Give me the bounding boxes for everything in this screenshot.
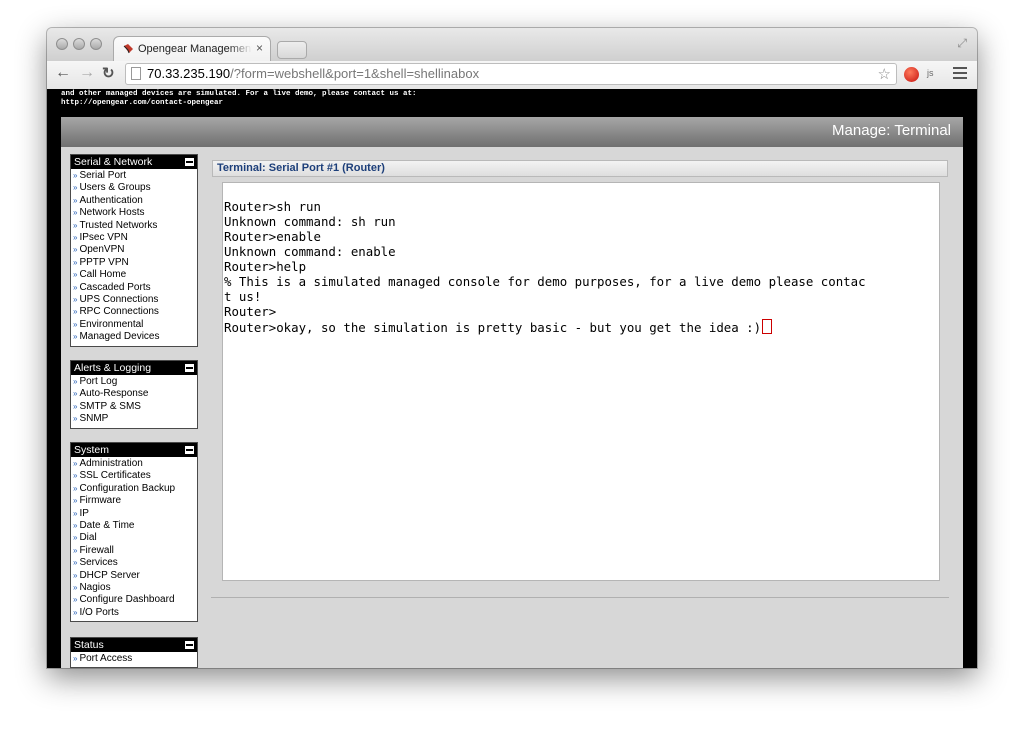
menu-item[interactable]: » I/O Ports [73, 607, 197, 619]
menu-title: Alerts & Logging [74, 362, 152, 374]
menu-item[interactable]: » Trusted Networks [73, 220, 197, 232]
menu-item[interactable]: » IP [73, 508, 197, 520]
menu-item[interactable]: » Call Home [73, 269, 197, 281]
menu-title: Status [74, 639, 104, 651]
terminal-title: Terminal: Serial Port #1 (Router) [212, 160, 948, 177]
collapse-icon[interactable] [185, 641, 194, 649]
menu-item[interactable]: » Cascaded Ports [73, 282, 197, 294]
menu-item[interactable]: » SNMP [73, 413, 197, 425]
tab-strip: Opengear Management Co × ⤢ [47, 28, 977, 61]
bookmark-star-icon[interactable]: ☆ [878, 65, 891, 83]
menu-item[interactable]: » SSL Certificates [73, 470, 197, 482]
back-arrow-icon[interactable]: ← [55, 64, 71, 82]
chrome-menu-icon[interactable] [953, 67, 967, 82]
page-header: Manage: Terminal [61, 117, 963, 147]
menu-item[interactable]: » Date & Time [73, 520, 197, 532]
menu-item[interactable]: » UPS Connections [73, 294, 197, 306]
browser-tab[interactable]: Opengear Management Co × [113, 36, 271, 61]
menu-system: System » Administration » SSL Certificates… [70, 442, 198, 623]
opengear-favicon-icon [123, 44, 133, 54]
close-window-button[interactable] [56, 38, 68, 50]
collapse-icon[interactable] [185, 364, 194, 372]
extension-red-icon[interactable] [904, 67, 919, 82]
page-viewport: and other managed devices are simulated.… [47, 89, 977, 668]
menu-item[interactable]: » DHCP Server [73, 570, 197, 582]
tab-close-icon[interactable]: × [256, 41, 263, 55]
menu-title: Serial & Network [74, 156, 153, 168]
menu-item[interactable]: » Managed Devices [73, 331, 197, 343]
menu-item[interactable]: » Nagios [73, 582, 197, 594]
forward-arrow-icon[interactable]: → [79, 64, 95, 82]
address-bar[interactable]: 70.33.235.190/?form=webshell&port=1&shel… [125, 63, 897, 85]
menu-item[interactable]: » Serial Port [73, 170, 197, 182]
menu-item[interactable]: » Dial [73, 532, 197, 544]
page-title: Manage: Terminal [832, 122, 951, 139]
menu-item[interactable]: » OpenVPN [73, 244, 197, 256]
menu-item[interactable]: » Administration [73, 458, 197, 470]
terminal-cursor [762, 319, 773, 334]
management-frame: Manage: Terminal Serial & Network » Seria… [61, 117, 963, 668]
extension-js-icon[interactable]: js [927, 68, 934, 78]
url-text: 70.33.235.190/?form=webshell&port=1&shel… [147, 66, 480, 81]
menu-item[interactable]: » Firewall [73, 545, 197, 557]
menu-title: System [74, 444, 110, 456]
menu-item[interactable]: » Auto-Response [73, 388, 197, 400]
menu-item[interactable]: » Port Access [73, 653, 197, 665]
browser-window: Opengear Management Co × ⤢ ← → ↻ 70.33.2… [47, 28, 977, 668]
terminal-console[interactable]: Router>sh run Unknown command: sh run Ro… [222, 182, 940, 581]
menu-item[interactable]: » Port Log [73, 376, 197, 388]
browser-toolbar: ← → ↻ 70.33.235.190/?form=webshell&port=… [47, 61, 977, 90]
menu-item[interactable]: » Users & Groups [73, 182, 197, 194]
menu-item[interactable]: » PPTP VPN [73, 257, 197, 269]
reload-icon[interactable]: ↻ [102, 64, 115, 82]
collapse-icon[interactable] [185, 158, 194, 166]
menu-item[interactable]: » Services [73, 557, 197, 569]
menu-item[interactable]: » Environmental [73, 319, 197, 331]
terminal-output: Router>sh run Unknown command: sh run Ro… [224, 199, 866, 335]
menu-item[interactable]: » Network Hosts [73, 207, 197, 219]
menu-status: Status » Port Access [70, 637, 198, 668]
minimize-window-button[interactable] [73, 38, 85, 50]
zoom-window-button[interactable] [90, 38, 102, 50]
tab-title: Opengear Management Co [138, 43, 252, 55]
menu-item[interactable]: » RPC Connections [73, 306, 197, 318]
menu-item[interactable]: » Configuration Backup [73, 483, 197, 495]
fullscreen-icon[interactable]: ⤢ [957, 36, 967, 51]
demo-notice: and other managed devices are simulated.… [61, 90, 417, 107]
page-icon [131, 67, 141, 80]
menu-item[interactable]: » Firmware [73, 495, 197, 507]
menu-serial-network: Serial & Network » Serial Port » Users & G… [70, 154, 198, 347]
menu-alerts-logging: Alerts & Logging » Port Log » Auto-Respons… [70, 360, 198, 429]
menu-item[interactable]: » Authentication [73, 195, 197, 207]
divider [211, 597, 949, 598]
menu-item[interactable]: » Configure Dashboard [73, 594, 197, 606]
menu-item[interactable]: » SMTP & SMS [73, 401, 197, 413]
menu-item[interactable]: » IPsec VPN [73, 232, 197, 244]
collapse-icon[interactable] [185, 446, 194, 454]
new-tab-button[interactable] [277, 41, 307, 59]
